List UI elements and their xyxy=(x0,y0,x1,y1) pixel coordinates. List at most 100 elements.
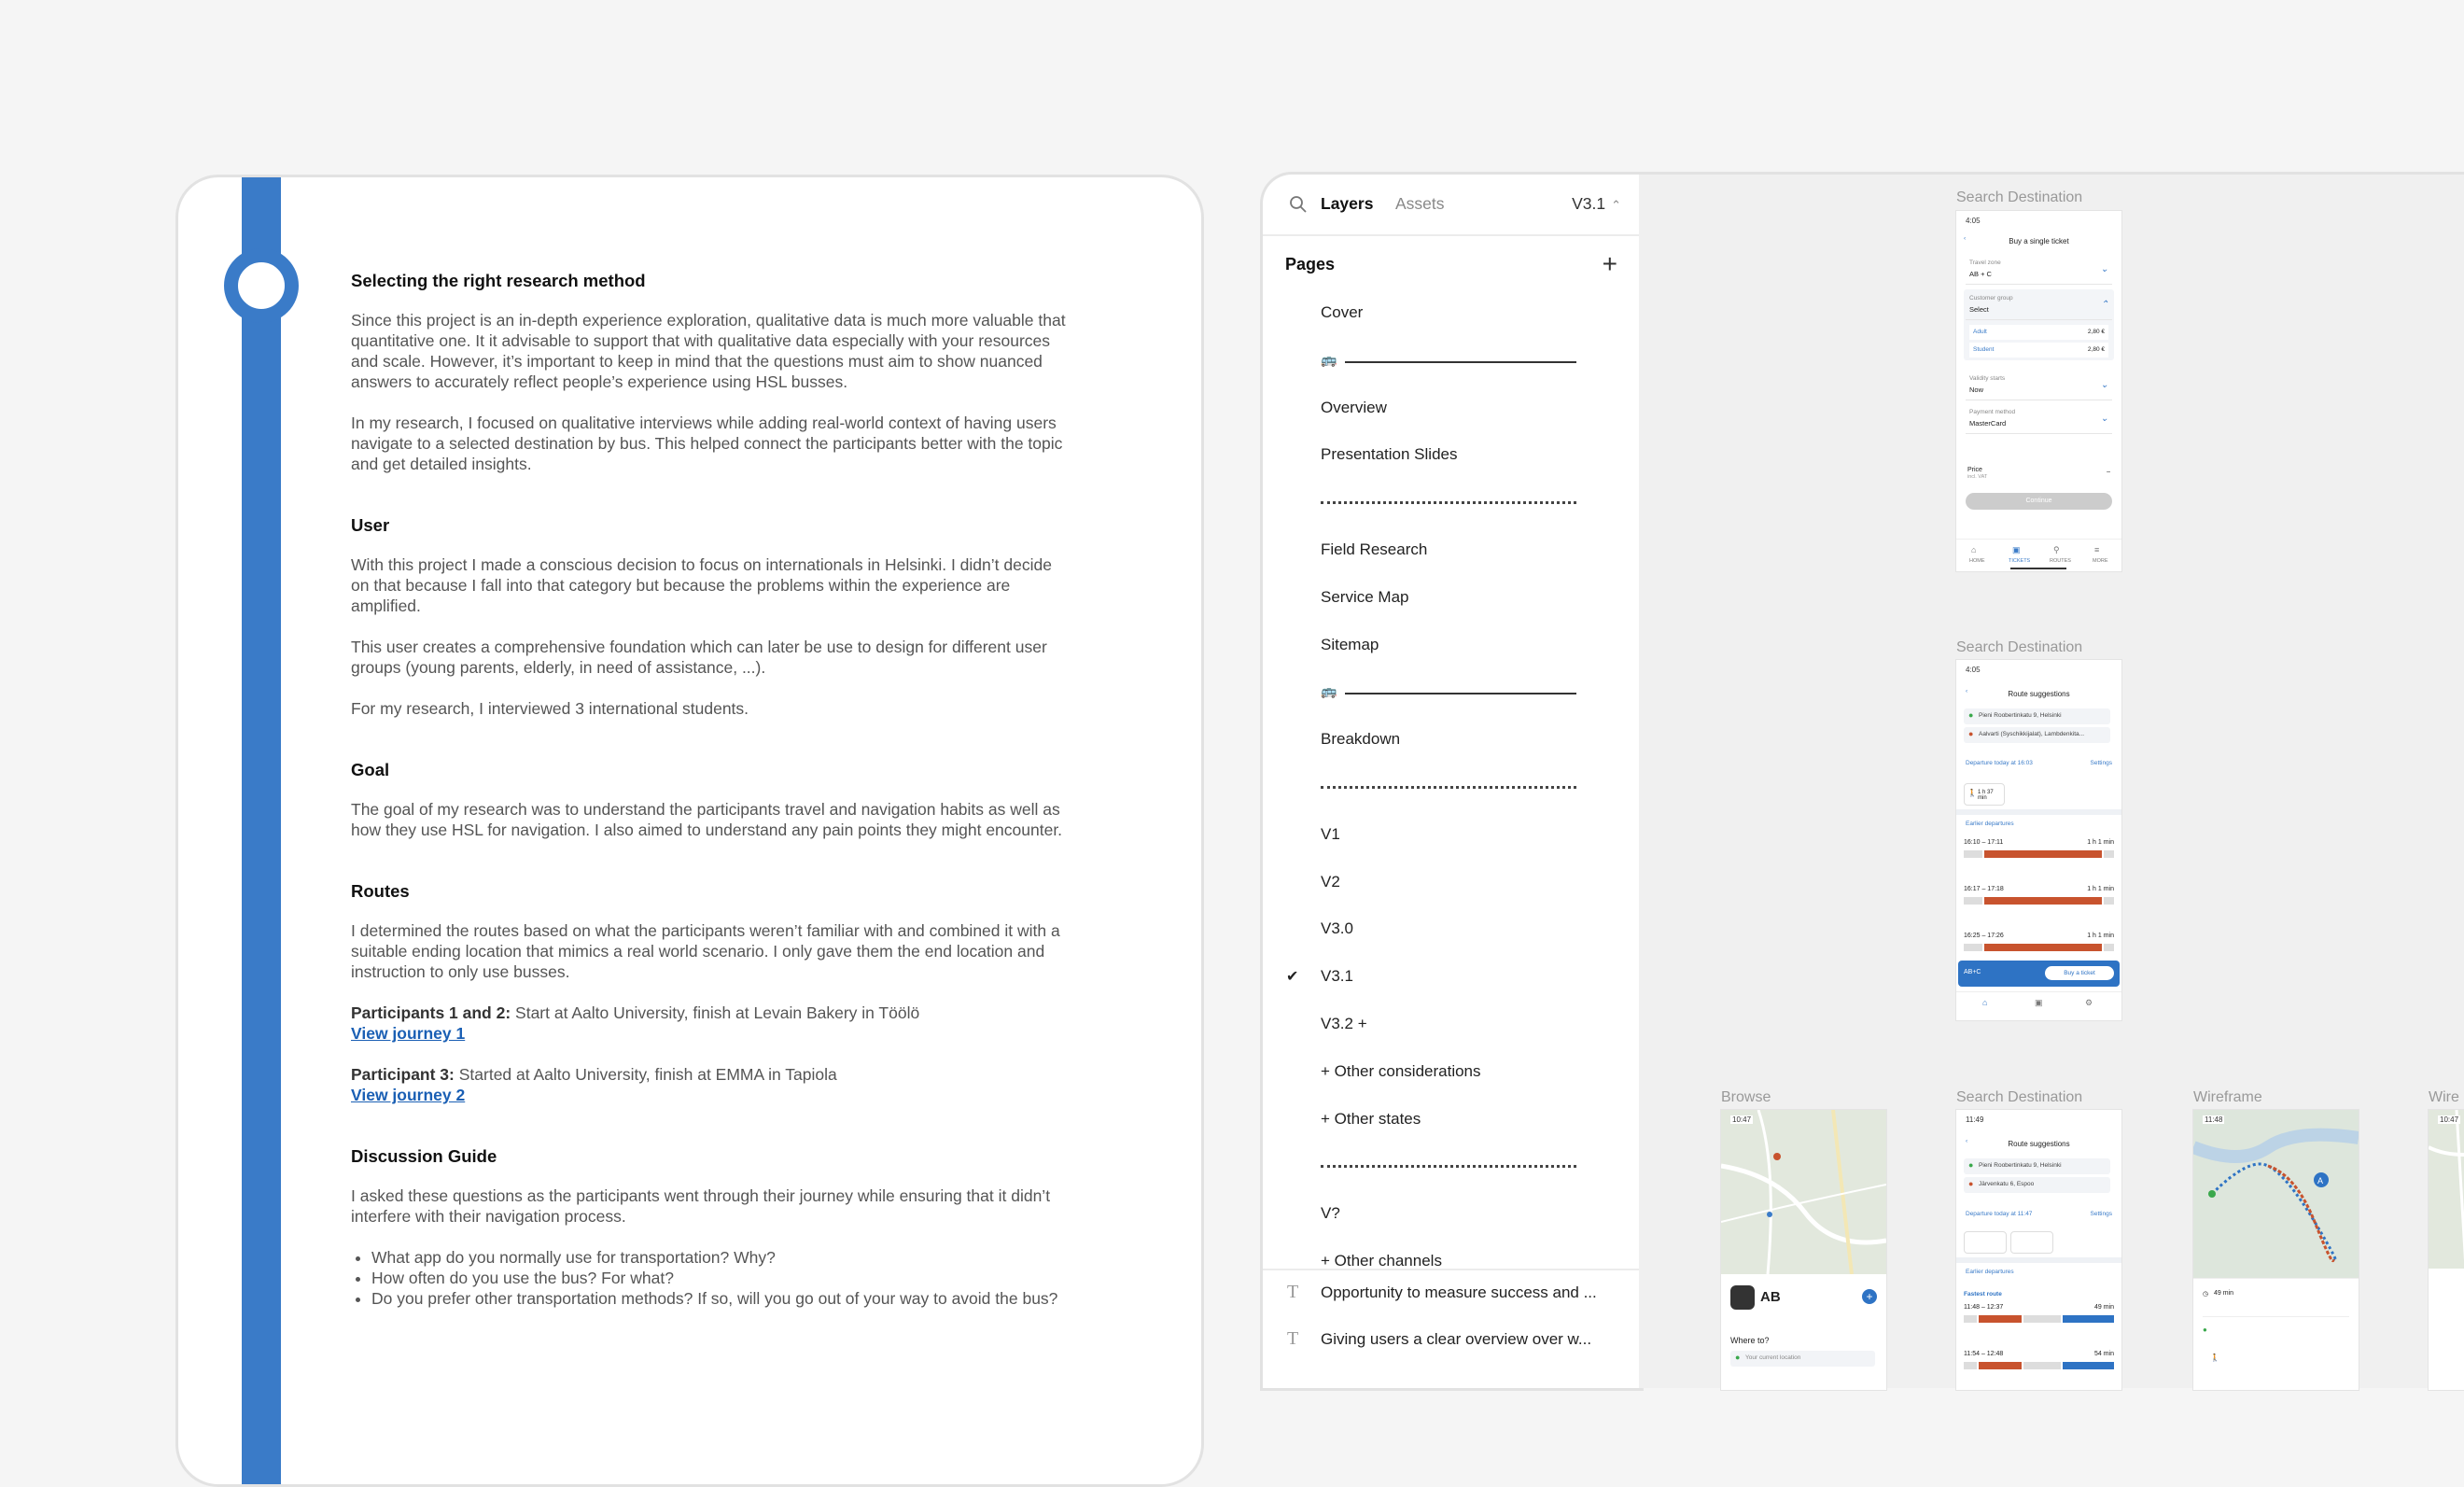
add-page-icon[interactable]: + xyxy=(1603,249,1617,279)
ticket-banner: AB+C Buy a ticket xyxy=(1958,961,2120,987)
list-item: What app do you normally use for transpo… xyxy=(371,1247,1070,1268)
home-icon: ⌂ xyxy=(1971,545,1977,554)
trip-row: 16:17 – 17:18 1 h 1 min xyxy=(1964,884,2114,927)
home-indicator xyxy=(2010,568,2066,569)
screen-title: Buy a single ticket xyxy=(2009,237,2069,245)
frame-browse[interactable]: 10:47 AB + Where to? ● Your current loca… xyxy=(1721,1110,1886,1390)
view-journey-2-link[interactable]: View journey 2 xyxy=(351,1086,465,1104)
frame-route-suggestions[interactable]: 4:05 ‹ Route suggestions ● Pieni Roobert… xyxy=(1956,660,2121,1020)
text-layer-icon: T xyxy=(1287,1282,1299,1302)
page-label: V2 xyxy=(1321,872,1340,891)
frame-label[interactable]: Search Destination xyxy=(1956,1089,2082,1106)
page-list: Cover 🚌 Overview Presentation Slides Field R… xyxy=(1263,290,1642,1286)
page-item[interactable]: V? xyxy=(1263,1191,1642,1239)
page-item[interactable]: Sitemap xyxy=(1263,623,1642,670)
version-dropdown[interactable]: V3.1 ⌃ xyxy=(1572,194,1621,214)
frame-label[interactable]: Browse xyxy=(1721,1089,1771,1106)
price-sub: incl. VAT xyxy=(1967,474,1988,480)
frame-buy-ticket[interactable]: 4:05 ‹ Buy a single ticket Travel zone A… xyxy=(1956,211,2121,571)
nav-label: ROUTES xyxy=(2050,558,2071,564)
page-item[interactable]: Cover xyxy=(1263,290,1642,338)
panel-header: Layers Assets V3.1 ⌃ xyxy=(1263,175,1642,236)
walk-icon: 🚶 xyxy=(2210,1354,2219,1362)
field-value: AB + C xyxy=(1969,270,1992,278)
view-journey-1-link[interactable]: View journey 1 xyxy=(351,1024,465,1043)
chevron-up-icon: ⌃ xyxy=(1611,198,1621,212)
trip-bars xyxy=(1964,1362,2114,1369)
section-heading: Goal xyxy=(351,760,390,779)
field-label: Customer group xyxy=(1969,295,2013,302)
frame-wireframe[interactable]: A 11:48 ◷ 49 min ● 🚶 xyxy=(2193,1110,2359,1390)
page-separator-bus[interactable]: 🚌 xyxy=(1263,669,1642,717)
page-item[interactable]: Presentation Slides xyxy=(1263,432,1642,480)
pin-icon: ● xyxy=(1968,729,1974,738)
layer-row[interactable]: T Giving users a clear overview over w..… xyxy=(1263,1317,1642,1364)
customer-group-box: Customer group Select ⌃ Adult 2,80 € Stu… xyxy=(1964,289,2114,360)
bottom-nav: ⌂ ▣ ⚲ ≡ HOME TICKETS ROUTES MORE xyxy=(1956,539,2121,571)
page-separator-dots[interactable] xyxy=(1263,1143,1642,1191)
frame-label[interactable]: Wireframe xyxy=(2193,1089,2262,1106)
map-roads xyxy=(2429,1110,2464,1269)
page-label: + Other channels xyxy=(1321,1251,1442,1270)
participant-text: Started at Aalto University, finish at E… xyxy=(454,1065,837,1084)
frame-label[interactable]: Search Destination xyxy=(1956,639,2082,656)
pin-icon: ● xyxy=(1968,1179,1974,1188)
frame-wire-partial[interactable]: 10:47 xyxy=(2429,1110,2464,1390)
paragraph: For my research, I interviewed 3 interna… xyxy=(351,699,749,718)
frame-label[interactable]: Search Destination xyxy=(1956,189,2082,206)
search-icon[interactable] xyxy=(1289,195,1308,218)
trip-duration: 1 h 1 min xyxy=(2087,933,2114,939)
travel-zone-field: Travel zone AB + C ⌄ xyxy=(1966,256,2112,285)
pages-header: Pages + xyxy=(1263,236,1642,292)
page-item[interactable]: Overview xyxy=(1263,386,1642,433)
page-item[interactable]: + Other considerations xyxy=(1263,1049,1642,1097)
option-price: 2,80 € xyxy=(2087,329,2105,335)
menu-icon: ≡ xyxy=(2094,545,2100,554)
page-item[interactable]: V1 xyxy=(1263,812,1642,860)
dotted-line xyxy=(1321,1165,1576,1169)
page-item[interactable]: V2 xyxy=(1263,860,1642,907)
divider xyxy=(1956,1257,2121,1263)
tab-assets[interactable]: Assets xyxy=(1395,194,1445,214)
map-view: 10:47 xyxy=(1721,1110,1886,1275)
bike-option xyxy=(2010,1231,2053,1254)
dotted-line xyxy=(1321,785,1576,789)
field-value: Now xyxy=(1969,386,1984,394)
page-item[interactable]: V3.2 + xyxy=(1263,1002,1642,1049)
layer-row[interactable]: T Opportunity to measure success and ... xyxy=(1263,1270,1642,1317)
trip-times: 11:48 – 12:37 xyxy=(1964,1304,2004,1311)
trip-bars xyxy=(1964,897,2114,905)
section-goal: Goal The goal of my research was to unde… xyxy=(351,760,1070,840)
page-item[interactable]: Breakdown xyxy=(1263,717,1642,765)
page-separator-bus[interactable]: 🚌 xyxy=(1263,338,1642,386)
section-user: User With this project I made a consciou… xyxy=(351,515,1070,719)
page-item[interactable]: ✔ V3.1 xyxy=(1263,954,1642,1002)
trip-times: 16:25 – 17:26 xyxy=(1964,933,2004,939)
tab-layers[interactable]: Layers xyxy=(1321,194,1373,214)
page-label: Presentation Slides xyxy=(1321,445,1458,464)
buy-ticket-button: Buy a ticket xyxy=(2045,966,2114,980)
price-label: Price xyxy=(1967,467,1982,473)
current-location-input: ● Your current location xyxy=(1730,1351,1875,1367)
page-separator-dots[interactable] xyxy=(1263,765,1642,812)
participant-text: Start at Aalto University, finish at Lev… xyxy=(511,1003,920,1022)
trip-times: 16:10 – 17:11 xyxy=(1964,839,2004,846)
pin-icon: ● xyxy=(1735,1353,1741,1362)
layer-label: Opportunity to measure success and ... xyxy=(1321,1284,1597,1301)
layers-panel: Layers Assets V3.1 ⌃ Pages + Cover 🚌 Overvi… xyxy=(1260,172,1644,1391)
app-logo xyxy=(1730,1285,1755,1310)
page-item[interactable]: + Other states xyxy=(1263,1097,1642,1144)
frame-label[interactable]: Wire xyxy=(2429,1089,2459,1106)
page-item[interactable]: Service Map xyxy=(1263,575,1642,623)
page-item[interactable]: V3.0 xyxy=(1263,906,1642,954)
trip-row: 16:10 – 17:11 1 h 1 min xyxy=(1964,837,2114,880)
earlier-departures-link: Earlier departures xyxy=(1966,1269,2014,1275)
route-details: ◷ 49 min ● 🚶 xyxy=(2193,1278,2359,1390)
page-item[interactable]: Field Research xyxy=(1263,527,1642,575)
gear-icon: ⚙ xyxy=(2085,998,2093,1007)
page-separator-dots[interactable] xyxy=(1263,480,1642,527)
frame-route-suggestions-2[interactable]: 11:49 ‹ Route suggestions ● Pieni Roober… xyxy=(1956,1110,2121,1390)
page-label: + Other considerations xyxy=(1321,1061,1481,1080)
design-canvas[interactable]: Search Destination Search Destination Br… xyxy=(1639,172,2464,1390)
participant-route: Participant 3: Started at Aalto Universi… xyxy=(351,1064,1070,1105)
